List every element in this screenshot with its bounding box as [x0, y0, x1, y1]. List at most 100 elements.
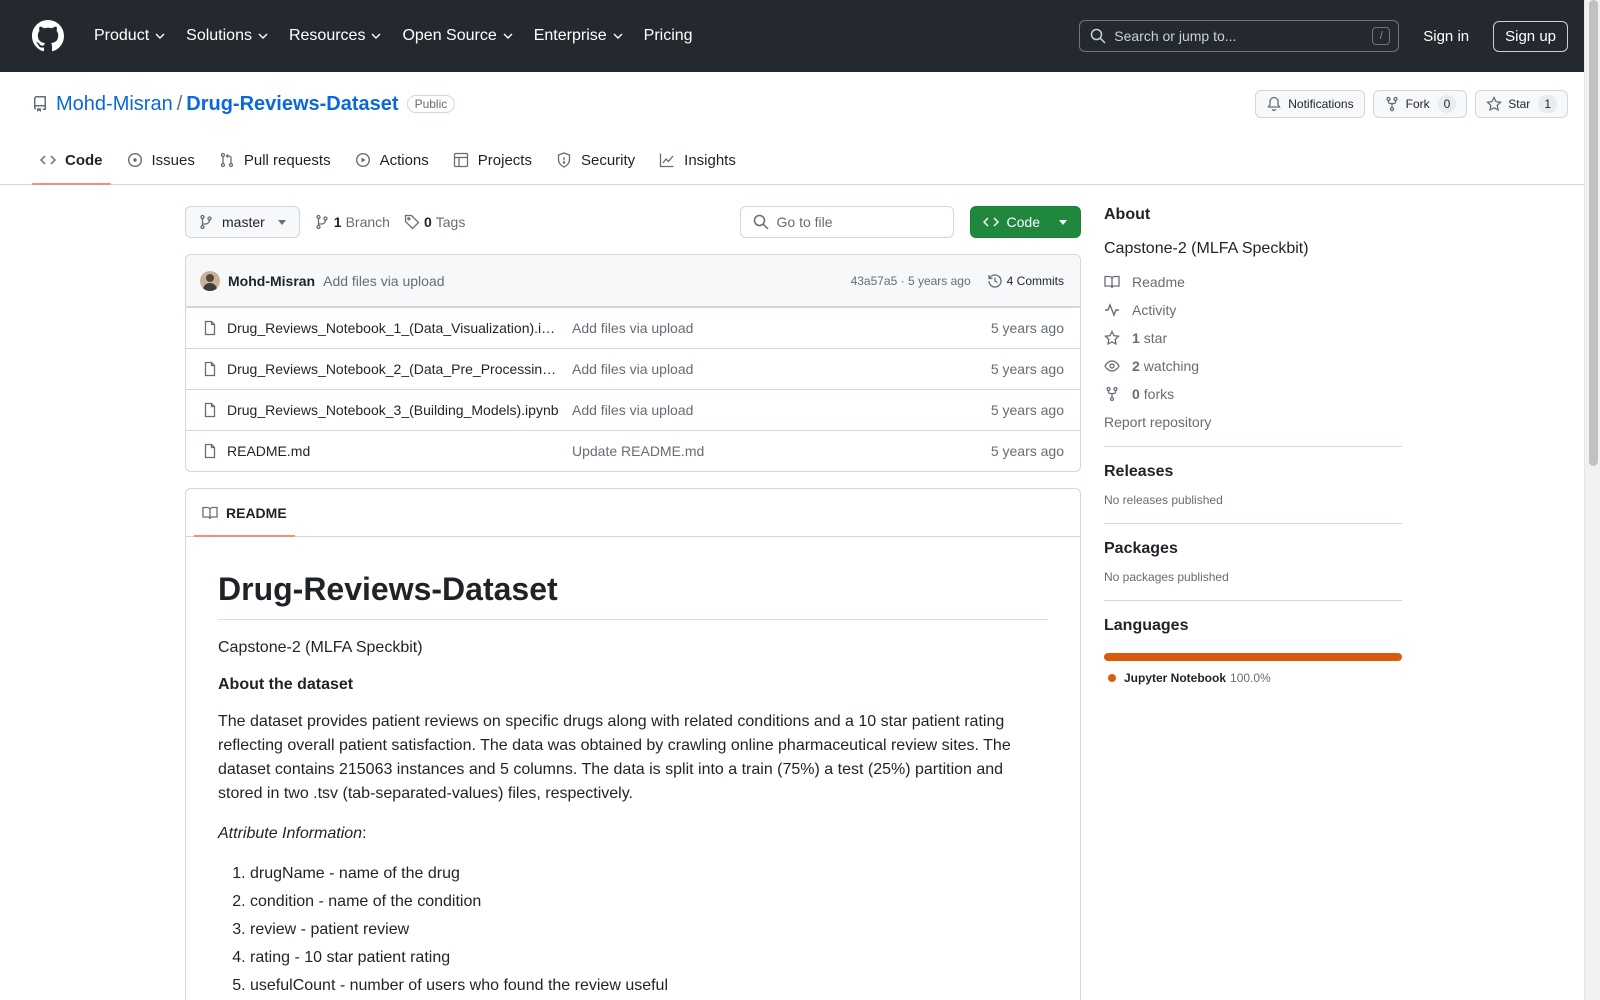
nav-solutions[interactable]: Solutions	[178, 27, 277, 45]
go-to-file-input[interactable]: Go to file	[739, 206, 954, 238]
file-icon	[204, 443, 216, 459]
branches-link[interactable]: 1 Branch	[314, 214, 390, 230]
visibility-badge: Public	[406, 95, 456, 113]
notifications-button[interactable]: Notifications	[1255, 90, 1365, 118]
star-button[interactable]: Star 1	[1475, 90, 1568, 118]
code-dropdown-button[interactable]: Code	[969, 206, 1081, 238]
fork-label: Fork	[1405, 97, 1430, 111]
list-item: review - patient review	[250, 918, 1048, 942]
bell-icon	[1267, 96, 1281, 112]
scrollbar-thumb[interactable]	[1589, 0, 1598, 466]
file-row[interactable]: Drug_Reviews_Notebook_3_(Building_Models…	[186, 389, 1080, 430]
sign-up-button[interactable]: Sign up	[1493, 20, 1568, 52]
nav-open-source[interactable]: Open Source	[394, 27, 521, 45]
sign-in-link[interactable]: Sign in	[1423, 28, 1469, 45]
about-section: About Capstone-2 (MLFA Speckbit) Readme …	[1104, 178, 1402, 430]
repo-title-row: Mohd-Misran / Drug-Reviews-Dataset Publi…	[32, 72, 1568, 132]
languages-heading: Languages	[1104, 617, 1189, 634]
file-name-link[interactable]: Drug_Reviews_Notebook_1_(Data_Visualizat…	[227, 320, 560, 336]
file-commit-message[interactable]: Add files via upload	[572, 361, 693, 377]
readme-content: Drug-Reviews-Dataset Capstone-2 (MLFA Sp…	[186, 537, 1080, 998]
branch-icon	[316, 214, 328, 230]
file-name-link[interactable]: Drug_Reviews_Notebook_2_(Data_Pre_Proces…	[227, 361, 560, 377]
readme-title: Drug-Reviews-Dataset	[218, 569, 1048, 620]
branch-name: master	[222, 214, 265, 230]
file-commit-message[interactable]: Update README.md	[572, 443, 704, 459]
branch-icon	[200, 214, 212, 230]
repo-sidebar: About Capstone-2 (MLFA Speckbit) Readme …	[1104, 178, 1402, 685]
file-name-link[interactable]: README.md	[227, 443, 560, 459]
tag-count: 0	[423, 214, 432, 230]
tab-projects[interactable]: Projects	[445, 136, 540, 184]
tab-label: Code	[65, 151, 103, 169]
chevron-down-icon	[613, 33, 623, 39]
file-icon	[204, 320, 216, 336]
branch-select-button[interactable]: master	[185, 206, 300, 238]
commit-author-link[interactable]: Mohd-Misran	[228, 273, 315, 289]
star-count: 1	[1538, 95, 1557, 113]
tab-insights[interactable]: Insights	[651, 136, 744, 184]
nav-label: Resources	[288, 27, 366, 44]
tab-actions[interactable]: Actions	[347, 136, 437, 184]
nav-label: Solutions	[186, 27, 252, 44]
readme-tab-label: README	[226, 504, 287, 521]
list-item: condition - name of the condition	[250, 890, 1048, 914]
chevron-down-icon	[155, 33, 165, 39]
report-repository-link[interactable]: Report repository	[1104, 414, 1402, 430]
tags-link[interactable]: 0 Tags	[404, 214, 465, 230]
nav-enterprise[interactable]: Enterprise	[526, 27, 632, 45]
repo-owner-link[interactable]: Mohd-Misran	[56, 93, 173, 116]
commits-history-link[interactable]: 4 Commits	[987, 273, 1064, 289]
global-search-input[interactable]: Search or jump to... /	[1079, 20, 1400, 52]
file-row[interactable]: Drug_Reviews_Notebook_2_(Data_Pre_Proces…	[186, 348, 1080, 389]
file-name-link[interactable]: Drug_Reviews_Notebook_3_(Building_Models…	[227, 402, 560, 418]
watchers-link[interactable]: 2 watching	[1104, 358, 1402, 374]
tab-code[interactable]: Code	[32, 136, 111, 185]
repo-description: Capstone-2 (MLFA Speckbit)	[1104, 240, 1309, 257]
header-right: Search or jump to... / Sign in Sign up	[1079, 20, 1568, 52]
file-navigation: master 1 Branch 0 Tags Go to file Code	[185, 206, 1081, 238]
github-logo-icon[interactable]	[32, 20, 64, 52]
readme-link[interactable]: Readme	[1104, 274, 1402, 290]
tab-security[interactable]: Security	[548, 136, 643, 184]
readme-link-label: Readme	[1132, 274, 1185, 290]
main-column: master 1 Branch 0 Tags Go to file Code M…	[185, 178, 1081, 1000]
activity-link[interactable]: Activity	[1104, 302, 1402, 318]
commit-message-link[interactable]: Add files via upload	[323, 273, 444, 289]
forks-link[interactable]: 0 forks	[1104, 386, 1402, 402]
star-icon	[1486, 96, 1503, 112]
readme-subtitle: Capstone-2 (MLFA Speckbit)	[218, 639, 423, 656]
activity-link-label: Activity	[1132, 302, 1177, 318]
file-commit-message[interactable]: Add files via upload	[572, 320, 693, 336]
readme-tab[interactable]: README	[194, 489, 295, 537]
page-scrollbar[interactable]	[1584, 0, 1600, 1000]
language-bar	[1104, 653, 1402, 661]
file-age: 5 years ago	[990, 443, 1064, 459]
releases-heading[interactable]: Releases	[1104, 463, 1402, 481]
tab-pull-requests[interactable]: Pull requests	[211, 136, 339, 184]
issue-icon	[127, 152, 142, 168]
tab-issues[interactable]: Issues	[119, 136, 203, 184]
repo-name-link[interactable]: Drug-Reviews-Dataset	[186, 93, 398, 116]
nav-product[interactable]: Product	[86, 27, 174, 45]
file-age: 5 years ago	[990, 402, 1064, 418]
nav-pricing[interactable]: Pricing	[636, 27, 701, 45]
nav-resources[interactable]: Resources	[281, 27, 390, 45]
file-row[interactable]: README.md Update README.md 5 years ago	[186, 430, 1080, 471]
fork-button[interactable]: Fork 0	[1372, 90, 1468, 118]
file-row[interactable]: Drug_Reviews_Notebook_1_(Data_Visualizat…	[186, 307, 1080, 348]
file-commit-message[interactable]: Add files via upload	[572, 402, 693, 418]
stars-link[interactable]: 1 star	[1104, 330, 1402, 346]
avatar[interactable]	[200, 270, 220, 291]
nav-label: Pricing	[643, 27, 693, 44]
list-item: drugName - name of the drug	[250, 862, 1048, 886]
language-item[interactable]: Jupyter Notebook 100.0%	[1104, 671, 1402, 685]
tab-label: Issues	[151, 151, 195, 169]
list-item: rating - 10 star patient rating	[250, 946, 1048, 970]
commit-hash-time[interactable]: 43a57a5 · 5 years ago	[851, 274, 971, 288]
watching-label: watching	[1143, 358, 1200, 374]
file-icon	[204, 361, 216, 377]
branch-count: 1	[333, 214, 342, 230]
packages-heading[interactable]: Packages	[1104, 540, 1402, 558]
pull-request-icon	[220, 152, 234, 168]
